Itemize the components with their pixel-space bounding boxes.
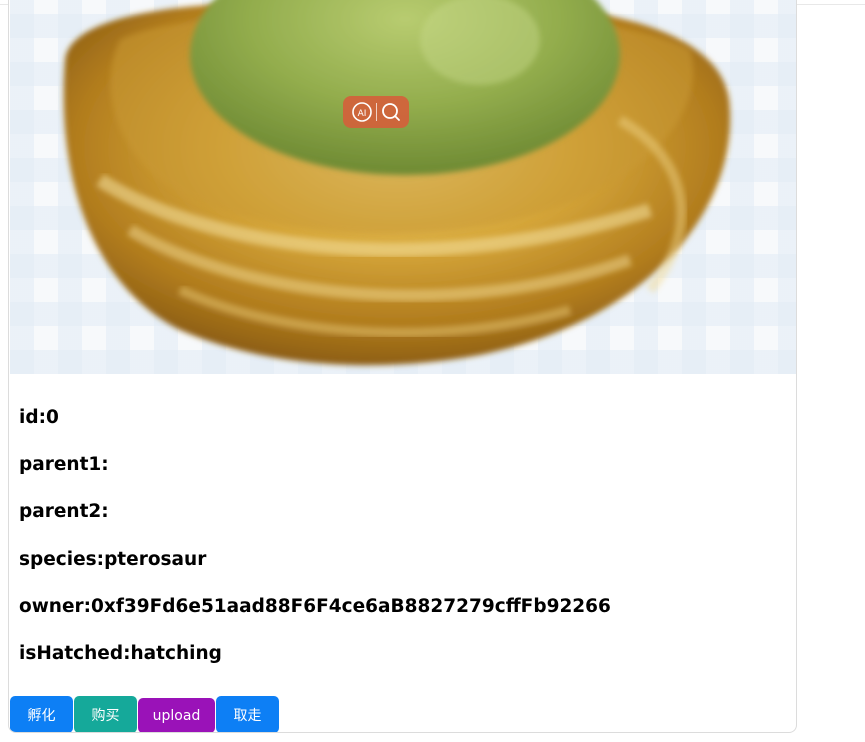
take-button[interactable]: 取走 <box>216 696 279 732</box>
egg-species: species:pterosaur <box>19 549 207 570</box>
hatch-button[interactable]: 孵化 <box>10 696 73 732</box>
egg-id: id:0 <box>19 407 59 428</box>
egg-owner: owner:0xf39Fd6e51aad88F6F4ce6aB8827279cf… <box>19 596 611 617</box>
egg-parent2: parent2: <box>19 501 109 522</box>
ai-icon[interactable]: AI <box>351 101 373 123</box>
egg-parent1: parent1: <box>19 454 109 475</box>
image-tool-badge[interactable]: AI <box>343 96 409 128</box>
egg-hatch-status: isHatched:hatching <box>19 643 222 664</box>
egg-card: AI id:0 parent1: parent2: species:pteros… <box>8 0 797 733</box>
egg-nest-illustration <box>63 0 731 366</box>
svg-text:AI: AI <box>357 109 366 119</box>
egg-image: AI <box>10 0 796 374</box>
action-buttons: 孵化 购买 upload 取走 <box>10 696 280 732</box>
upload-button[interactable]: upload <box>138 698 215 732</box>
page: AI id:0 parent1: parent2: species:pteros… <box>0 0 865 742</box>
magnifier-icon[interactable] <box>380 101 402 123</box>
badge-divider <box>375 103 377 121</box>
buy-button[interactable]: 购买 <box>74 696 137 732</box>
